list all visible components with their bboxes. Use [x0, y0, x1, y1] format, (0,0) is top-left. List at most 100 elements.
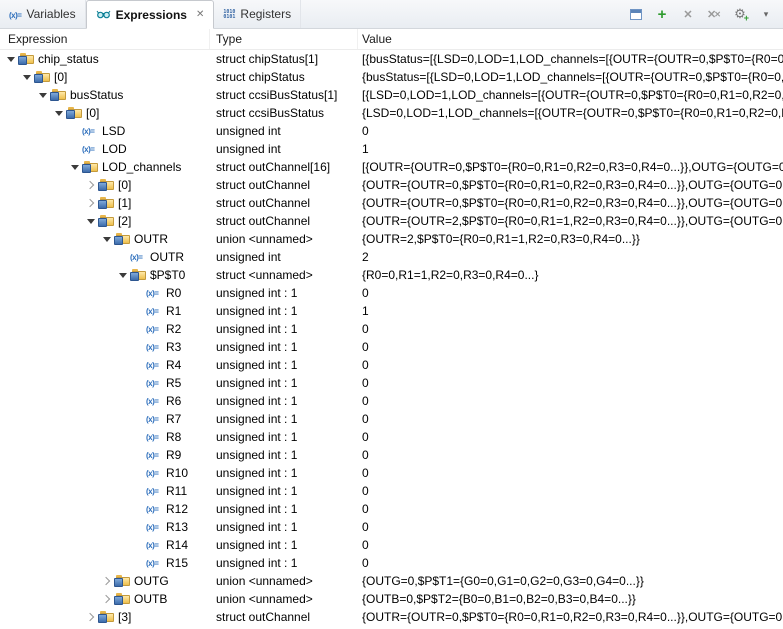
table-row[interactable]: (x)=R7unsigned int : 10: [0, 410, 783, 428]
value-cell: 0: [358, 122, 783, 140]
expression-name: $P$T0: [150, 268, 185, 282]
collapse-arrow-icon[interactable]: [36, 93, 50, 98]
table-row[interactable]: [1]struct outChannel{OUTR={OUTR=0,$P$T0=…: [0, 194, 783, 212]
type-cell: unsigned int : 1: [210, 536, 358, 554]
expression-name: R13: [166, 520, 188, 534]
aggregate-variable-icon: [34, 71, 50, 83]
table-row[interactable]: (x)=R4unsigned int : 10: [0, 356, 783, 374]
table-row[interactable]: OUTRunion <unnamed>{OUTR=2,$P$T0={R0=0,R…: [0, 230, 783, 248]
collapse-arrow-icon[interactable]: [100, 237, 114, 242]
variable-icon: (x)=: [146, 559, 158, 568]
expand-arrow-icon[interactable]: [100, 596, 114, 602]
collapse-arrow-icon[interactable]: [52, 111, 66, 116]
table-row[interactable]: (x)=R14unsigned int : 10: [0, 536, 783, 554]
expression-cell: (x)=R0: [0, 284, 210, 302]
table-row[interactable]: (x)=R3unsigned int : 10: [0, 338, 783, 356]
column-header-value[interactable]: Value: [358, 29, 783, 49]
type-cell: struct chipStatus: [210, 68, 358, 86]
table-row[interactable]: [0]struct outChannel{OUTR={OUTR=0,$P$T0=…: [0, 176, 783, 194]
expression-cell: [0]: [0, 104, 210, 122]
expression-cell: (x)=R2: [0, 320, 210, 338]
expand-arrow-icon[interactable]: [84, 182, 98, 188]
table-row[interactable]: (x)=LODunsigned int1: [0, 140, 783, 158]
value-cell: 0: [358, 518, 783, 536]
table-row[interactable]: [3]struct outChannel{OUTR={OUTR=0,$P$T0=…: [0, 608, 783, 626]
table-row[interactable]: (x)=R1unsigned int : 11: [0, 302, 783, 320]
value-cell: [{LSD=0,LOD=1,LOD_channels=[{OUTR={OUTR=…: [358, 86, 783, 104]
value-cell: 1: [358, 302, 783, 320]
value-cell: 0: [358, 356, 783, 374]
close-icon[interactable]: ✕: [196, 9, 204, 20]
type-cell: unsigned int : 1: [210, 284, 358, 302]
value-cell: 0: [358, 410, 783, 428]
variable-icon: (x)=: [146, 397, 158, 406]
expression-cell: (x)=LSD: [0, 122, 210, 140]
table-row[interactable]: OUTGunion <unnamed>{OUTG=0,$P$T1={G0=0,G…: [0, 572, 783, 590]
table-row[interactable]: OUTBunion <unnamed>{OUTB=0,$P$T2={B0=0,B…: [0, 590, 783, 608]
table-row[interactable]: (x)=R2unsigned int : 10: [0, 320, 783, 338]
table-row[interactable]: (x)=R10unsigned int : 10: [0, 464, 783, 482]
add-expression-icon[interactable]: +: [653, 5, 671, 23]
value-cell: 0: [358, 464, 783, 482]
aggregate-variable-icon: [98, 611, 114, 623]
table-row[interactable]: [0]struct chipStatus{busStatus=[{LSD=0,L…: [0, 68, 783, 86]
expand-arrow-icon[interactable]: [84, 614, 98, 620]
expression-name: busStatus: [70, 88, 123, 102]
expression-cell: (x)=R6: [0, 392, 210, 410]
expression-cell: [3]: [0, 608, 210, 626]
remove-expression-icon[interactable]: ✕: [679, 5, 697, 23]
expression-name: [0]: [86, 106, 99, 120]
type-cell: struct chipStatus[1]: [210, 50, 358, 68]
collapse-arrow-icon[interactable]: [84, 219, 98, 224]
type-cell: unsigned int : 1: [210, 464, 358, 482]
column-header-type[interactable]: Type: [210, 29, 358, 49]
tab-registers[interactable]: 10100101Registers: [214, 0, 301, 28]
value-cell: 0: [358, 428, 783, 446]
expression-cell: OUTR: [0, 230, 210, 248]
variable-icon: (x)=: [146, 289, 158, 298]
table-row[interactable]: [2]struct outChannel{OUTR={OUTR=2,$P$T0=…: [0, 212, 783, 230]
variable-icon: (x)=: [146, 307, 158, 316]
table-row[interactable]: [0]struct ccsiBusStatus{LSD=0,LOD=1,LOD_…: [0, 104, 783, 122]
tab-label: Expressions: [116, 8, 187, 22]
expand-arrow-icon[interactable]: [100, 578, 114, 584]
table-row[interactable]: (x)=OUTRunsigned int2: [0, 248, 783, 266]
minimize-icon[interactable]: [627, 5, 645, 23]
type-cell: struct ccsiBusStatus: [210, 104, 358, 122]
value-cell: 0: [358, 320, 783, 338]
table-row[interactable]: (x)=R5unsigned int : 10: [0, 374, 783, 392]
variable-icon: (x)=: [146, 469, 158, 478]
expand-arrow-icon[interactable]: [84, 200, 98, 206]
table-row[interactable]: (x)=R9unsigned int : 10: [0, 446, 783, 464]
view-menu-icon[interactable]: ▾: [757, 5, 775, 23]
column-header-expression[interactable]: Expression: [0, 29, 210, 49]
table-row[interactable]: LOD_channelsstruct outChannel[16][{OUTR=…: [0, 158, 783, 176]
add-global-variables-icon[interactable]: ⚙+: [731, 5, 749, 23]
table-row[interactable]: (x)=R8unsigned int : 10: [0, 428, 783, 446]
table-row[interactable]: (x)=R15unsigned int : 10: [0, 554, 783, 572]
collapse-arrow-icon[interactable]: [20, 75, 34, 80]
expression-name: R3: [166, 340, 181, 354]
expression-name: LOD: [102, 142, 127, 156]
expression-cell: $P$T0: [0, 266, 210, 284]
collapse-arrow-icon[interactable]: [68, 165, 82, 170]
table-row[interactable]: chip_statusstruct chipStatus[1][{busStat…: [0, 50, 783, 68]
collapse-arrow-icon[interactable]: [116, 273, 130, 278]
table-row[interactable]: (x)=R6unsigned int : 10: [0, 392, 783, 410]
value-cell: 0: [358, 392, 783, 410]
table-row[interactable]: (x)=R13unsigned int : 10: [0, 518, 783, 536]
tab-expressions[interactable]: Expressions ✕: [86, 0, 215, 29]
remove-all-expressions-icon[interactable]: ✕✕: [705, 5, 723, 23]
expression-name: [3]: [118, 610, 131, 624]
table-row[interactable]: (x)=R11unsigned int : 10: [0, 482, 783, 500]
tab-variables[interactable]: (x)=Variables: [0, 0, 86, 28]
expression-name: OUTR: [134, 232, 168, 246]
table-row[interactable]: (x)=R0unsigned int : 10: [0, 284, 783, 302]
collapse-arrow-icon[interactable]: [4, 57, 18, 62]
table-row[interactable]: $P$T0struct <unnamed>{R0=0,R1=1,R2=0,R3=…: [0, 266, 783, 284]
table-row[interactable]: (x)=R12unsigned int : 10: [0, 500, 783, 518]
value-cell: {OUTR={OUTR=0,$P$T0={R0=0,R1=0,R2=0,R3=0…: [358, 608, 783, 626]
expression-name: [0]: [54, 70, 67, 84]
table-row[interactable]: (x)=LSDunsigned int0: [0, 122, 783, 140]
table-row[interactable]: busStatusstruct ccsiBusStatus[1][{LSD=0,…: [0, 86, 783, 104]
